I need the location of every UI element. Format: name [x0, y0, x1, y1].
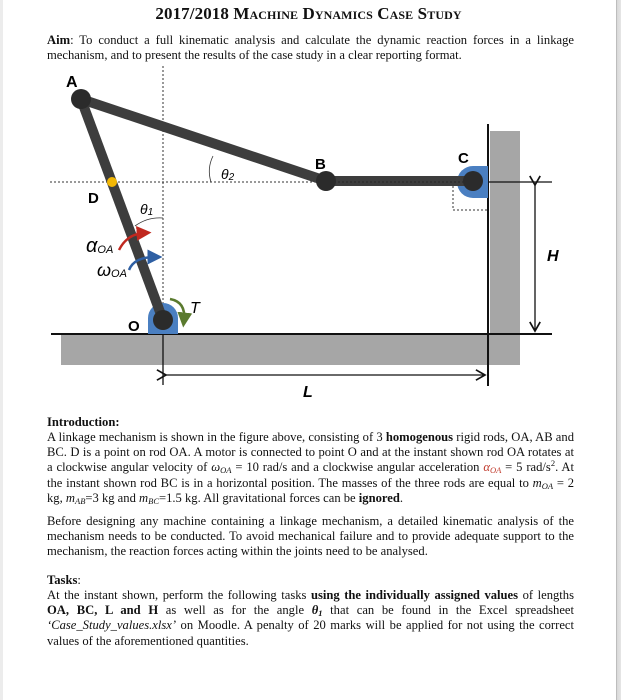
bold-lengths: OA, BC, L and H — [47, 603, 159, 618]
joint-c — [463, 171, 483, 191]
tasks-paragraph: At the instant shown, perform the follow… — [47, 588, 575, 648]
omega-value: = 10 rad/s — [231, 460, 288, 475]
design-paragraph: Before designing any machine containing … — [47, 514, 574, 559]
mass-oa-symbol: mOA — [532, 475, 554, 491]
l-label: L — [303, 384, 313, 401]
tasks-heading: Tasks: — [47, 573, 81, 587]
wall-block — [490, 131, 520, 365]
label-a: A — [66, 74, 78, 91]
theta1-symbol: θ1 — [311, 603, 323, 619]
title-word: Study — [417, 4, 462, 23]
point-d — [107, 177, 117, 187]
label-omega: ωOA — [97, 260, 127, 280]
title-year: 2017/2018 — [155, 4, 229, 23]
joint-o — [153, 310, 173, 330]
alpha-symbol: αOA — [483, 460, 502, 476]
title-word: Machine — [233, 4, 299, 23]
theta1-arc — [134, 217, 164, 227]
aim-label: Aim — [47, 33, 71, 47]
bold-assigned-values: using the individually assigned values — [310, 588, 519, 602]
document-title: 2017/2018 Machine Dynamics Case Study — [0, 4, 617, 24]
label-b: B — [315, 156, 326, 173]
label-torque: T — [190, 300, 201, 317]
bold-ignored: ignored — [358, 490, 400, 505]
title-word: Case — [377, 4, 414, 23]
title-word: Dynamics — [302, 4, 373, 23]
mass-bc-symbol: mBC — [139, 490, 159, 506]
label-theta1: θ1 — [140, 201, 153, 218]
bold-homogenous: homogenous — [385, 430, 454, 444]
aim-text: : To conduct a full kinematic analysis a… — [47, 33, 574, 63]
introduction-heading: Introduction: — [47, 415, 120, 429]
h-label: H — [547, 248, 559, 265]
linkage-mechanism-figure: H L A B C D O θ1 θ2 αOA ωOA T — [50, 66, 559, 401]
ground-block — [61, 334, 499, 365]
label-theta2: θ2 — [221, 166, 235, 183]
label-alpha: αOA — [86, 235, 113, 257]
label-d: D — [88, 190, 99, 207]
joint-b — [316, 171, 336, 191]
aim-paragraph: Aim: To conduct a full kinematic analysi… — [47, 33, 574, 63]
mass-ab-symbol: mAB — [65, 490, 86, 506]
omega-symbol: ωOA — [211, 460, 232, 476]
introduction-paragraph: A linkage mechanism is shown in the figu… — [47, 430, 575, 506]
mass-bc-value: =1.5 kg. All gravitational forces can be — [159, 490, 359, 505]
label-c: C — [458, 150, 469, 167]
theta2-arc — [209, 155, 214, 183]
spreadsheet-filename: ‘Case_Study_values.xlsx’ — [47, 618, 177, 633]
label-o: O — [128, 318, 140, 335]
alpha-value: = 5 rad/s — [501, 460, 551, 475]
rod-ab — [79, 94, 328, 186]
mass-ab-value: =3 kg and — [85, 490, 140, 505]
joint-a — [71, 89, 91, 109]
